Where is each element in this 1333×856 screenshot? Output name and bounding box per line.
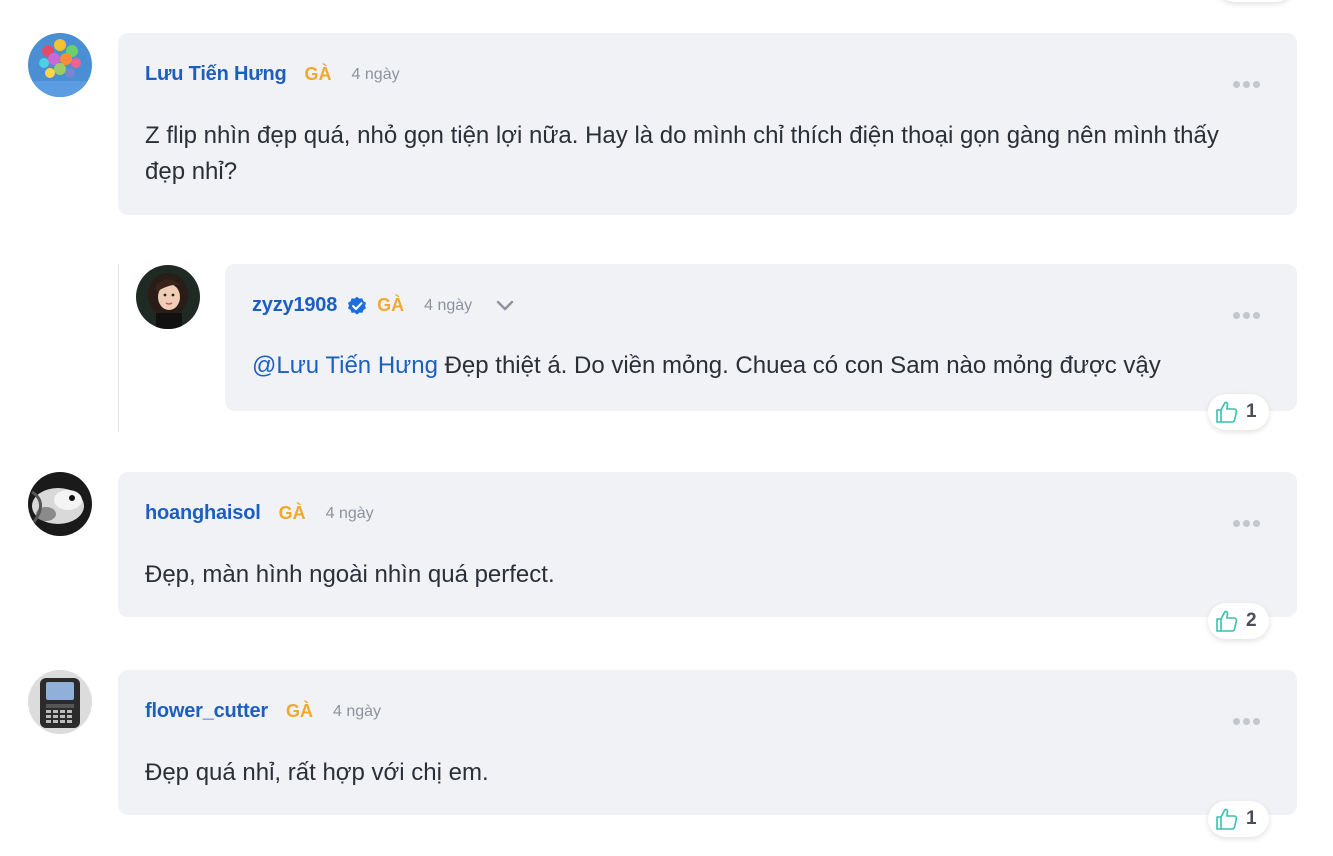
more-options-button[interactable] xyxy=(1233,520,1260,527)
timestamp[interactable]: 4 ngày xyxy=(326,505,374,523)
username[interactable]: hoanghaisol xyxy=(145,502,261,525)
comment-text: Z flip nhìn đẹp quá, nhỏ gọn tiện lợi nữ… xyxy=(145,122,1219,185)
dot-icon xyxy=(1253,81,1260,88)
dot-icon xyxy=(1233,81,1240,88)
timestamp[interactable]: 4 ngày xyxy=(424,297,472,315)
username[interactable]: flower_cutter xyxy=(145,700,268,723)
username[interactable]: Lưu Tiến Hưng xyxy=(145,63,287,86)
thumbs-up-icon xyxy=(1216,401,1238,423)
more-options-button[interactable] xyxy=(1233,81,1260,88)
comment-text: Đẹp quá nhỉ, rất hợp với chị em. xyxy=(145,759,489,786)
chevron-down-icon[interactable] xyxy=(496,300,514,312)
thumbs-up-icon xyxy=(1216,610,1238,632)
more-options-button[interactable] xyxy=(1233,718,1260,725)
comment-bubble: hoanghaisol GÀ 4 ngày Đẹp, màn hình ngoà… xyxy=(118,472,1297,617)
like-reaction-button[interactable]: 1 xyxy=(1208,394,1269,430)
comment-meta: Lưu Tiến Hưng GÀ 4 ngày xyxy=(145,63,400,86)
reply-thread-line xyxy=(118,264,119,432)
dot-icon xyxy=(1233,520,1240,527)
like-count: 1 xyxy=(1246,808,1257,829)
comment-text: @Lưu Tiến Hưng Đẹp thiệt á. Do viền mỏng… xyxy=(252,348,1272,384)
dot-icon xyxy=(1243,718,1250,725)
more-options-button[interactable] xyxy=(1233,312,1260,319)
reply-bubble: zyzy1908 GÀ 4 ngày @Lưu Tiến Hưng Đẹp th… xyxy=(225,264,1297,411)
comment-meta: zyzy1908 GÀ 4 ngày xyxy=(252,294,514,317)
woman-portrait-avatar-icon xyxy=(136,265,200,329)
verified-badge-icon xyxy=(348,296,367,315)
comment-text: Đẹp, màn hình ngoài nhìn quá perfect. xyxy=(145,561,555,588)
dot-icon xyxy=(1243,520,1250,527)
dot-icon xyxy=(1243,312,1250,319)
username[interactable]: zyzy1908 xyxy=(252,294,337,317)
timestamp[interactable]: 4 ngày xyxy=(352,66,400,84)
blackberry-phone-avatar-icon xyxy=(28,670,92,734)
rank-badge: GÀ xyxy=(304,64,332,84)
dot-icon xyxy=(1233,718,1240,725)
dot-icon xyxy=(1243,81,1250,88)
avatar[interactable] xyxy=(136,265,200,329)
dot-icon xyxy=(1233,312,1240,319)
user-mention-link[interactable]: @Lưu Tiến Hưng xyxy=(252,352,438,379)
rank-badge: GÀ xyxy=(278,503,306,523)
reply-text: Đẹp thiệt á. Do viền mỏng. Chuea có con … xyxy=(437,352,1161,379)
avatar[interactable] xyxy=(28,472,92,536)
comment-bubble: Lưu Tiến Hưng GÀ 4 ngày Z flip nhìn đẹp … xyxy=(118,33,1297,215)
thumbs-up-icon xyxy=(1216,808,1238,830)
like-count: 2 xyxy=(1246,610,1257,631)
comment-meta: flower_cutter GÀ 4 ngày xyxy=(145,700,381,723)
dot-icon xyxy=(1253,718,1260,725)
comment-bubble: flower_cutter GÀ 4 ngày Đẹp quá nhỉ, rất… xyxy=(118,670,1297,815)
avatar[interactable] xyxy=(28,33,92,97)
rank-badge: GÀ xyxy=(286,701,313,721)
dot-icon xyxy=(1253,520,1260,527)
like-reaction-button[interactable]: 2 xyxy=(1208,603,1269,639)
previous-like-pill-edge xyxy=(1215,0,1295,2)
timestamp[interactable]: 4 ngày xyxy=(333,703,381,721)
balloons-avatar-icon xyxy=(28,33,92,97)
rank-badge: GÀ xyxy=(377,295,405,315)
bw-animal-avatar-icon xyxy=(28,472,92,536)
dot-icon xyxy=(1253,312,1260,319)
like-count: 1 xyxy=(1246,401,1257,422)
like-reaction-button[interactable]: 1 xyxy=(1208,801,1269,837)
avatar[interactable] xyxy=(28,670,92,734)
comment-meta: hoanghaisol GÀ 4 ngày xyxy=(145,502,374,525)
